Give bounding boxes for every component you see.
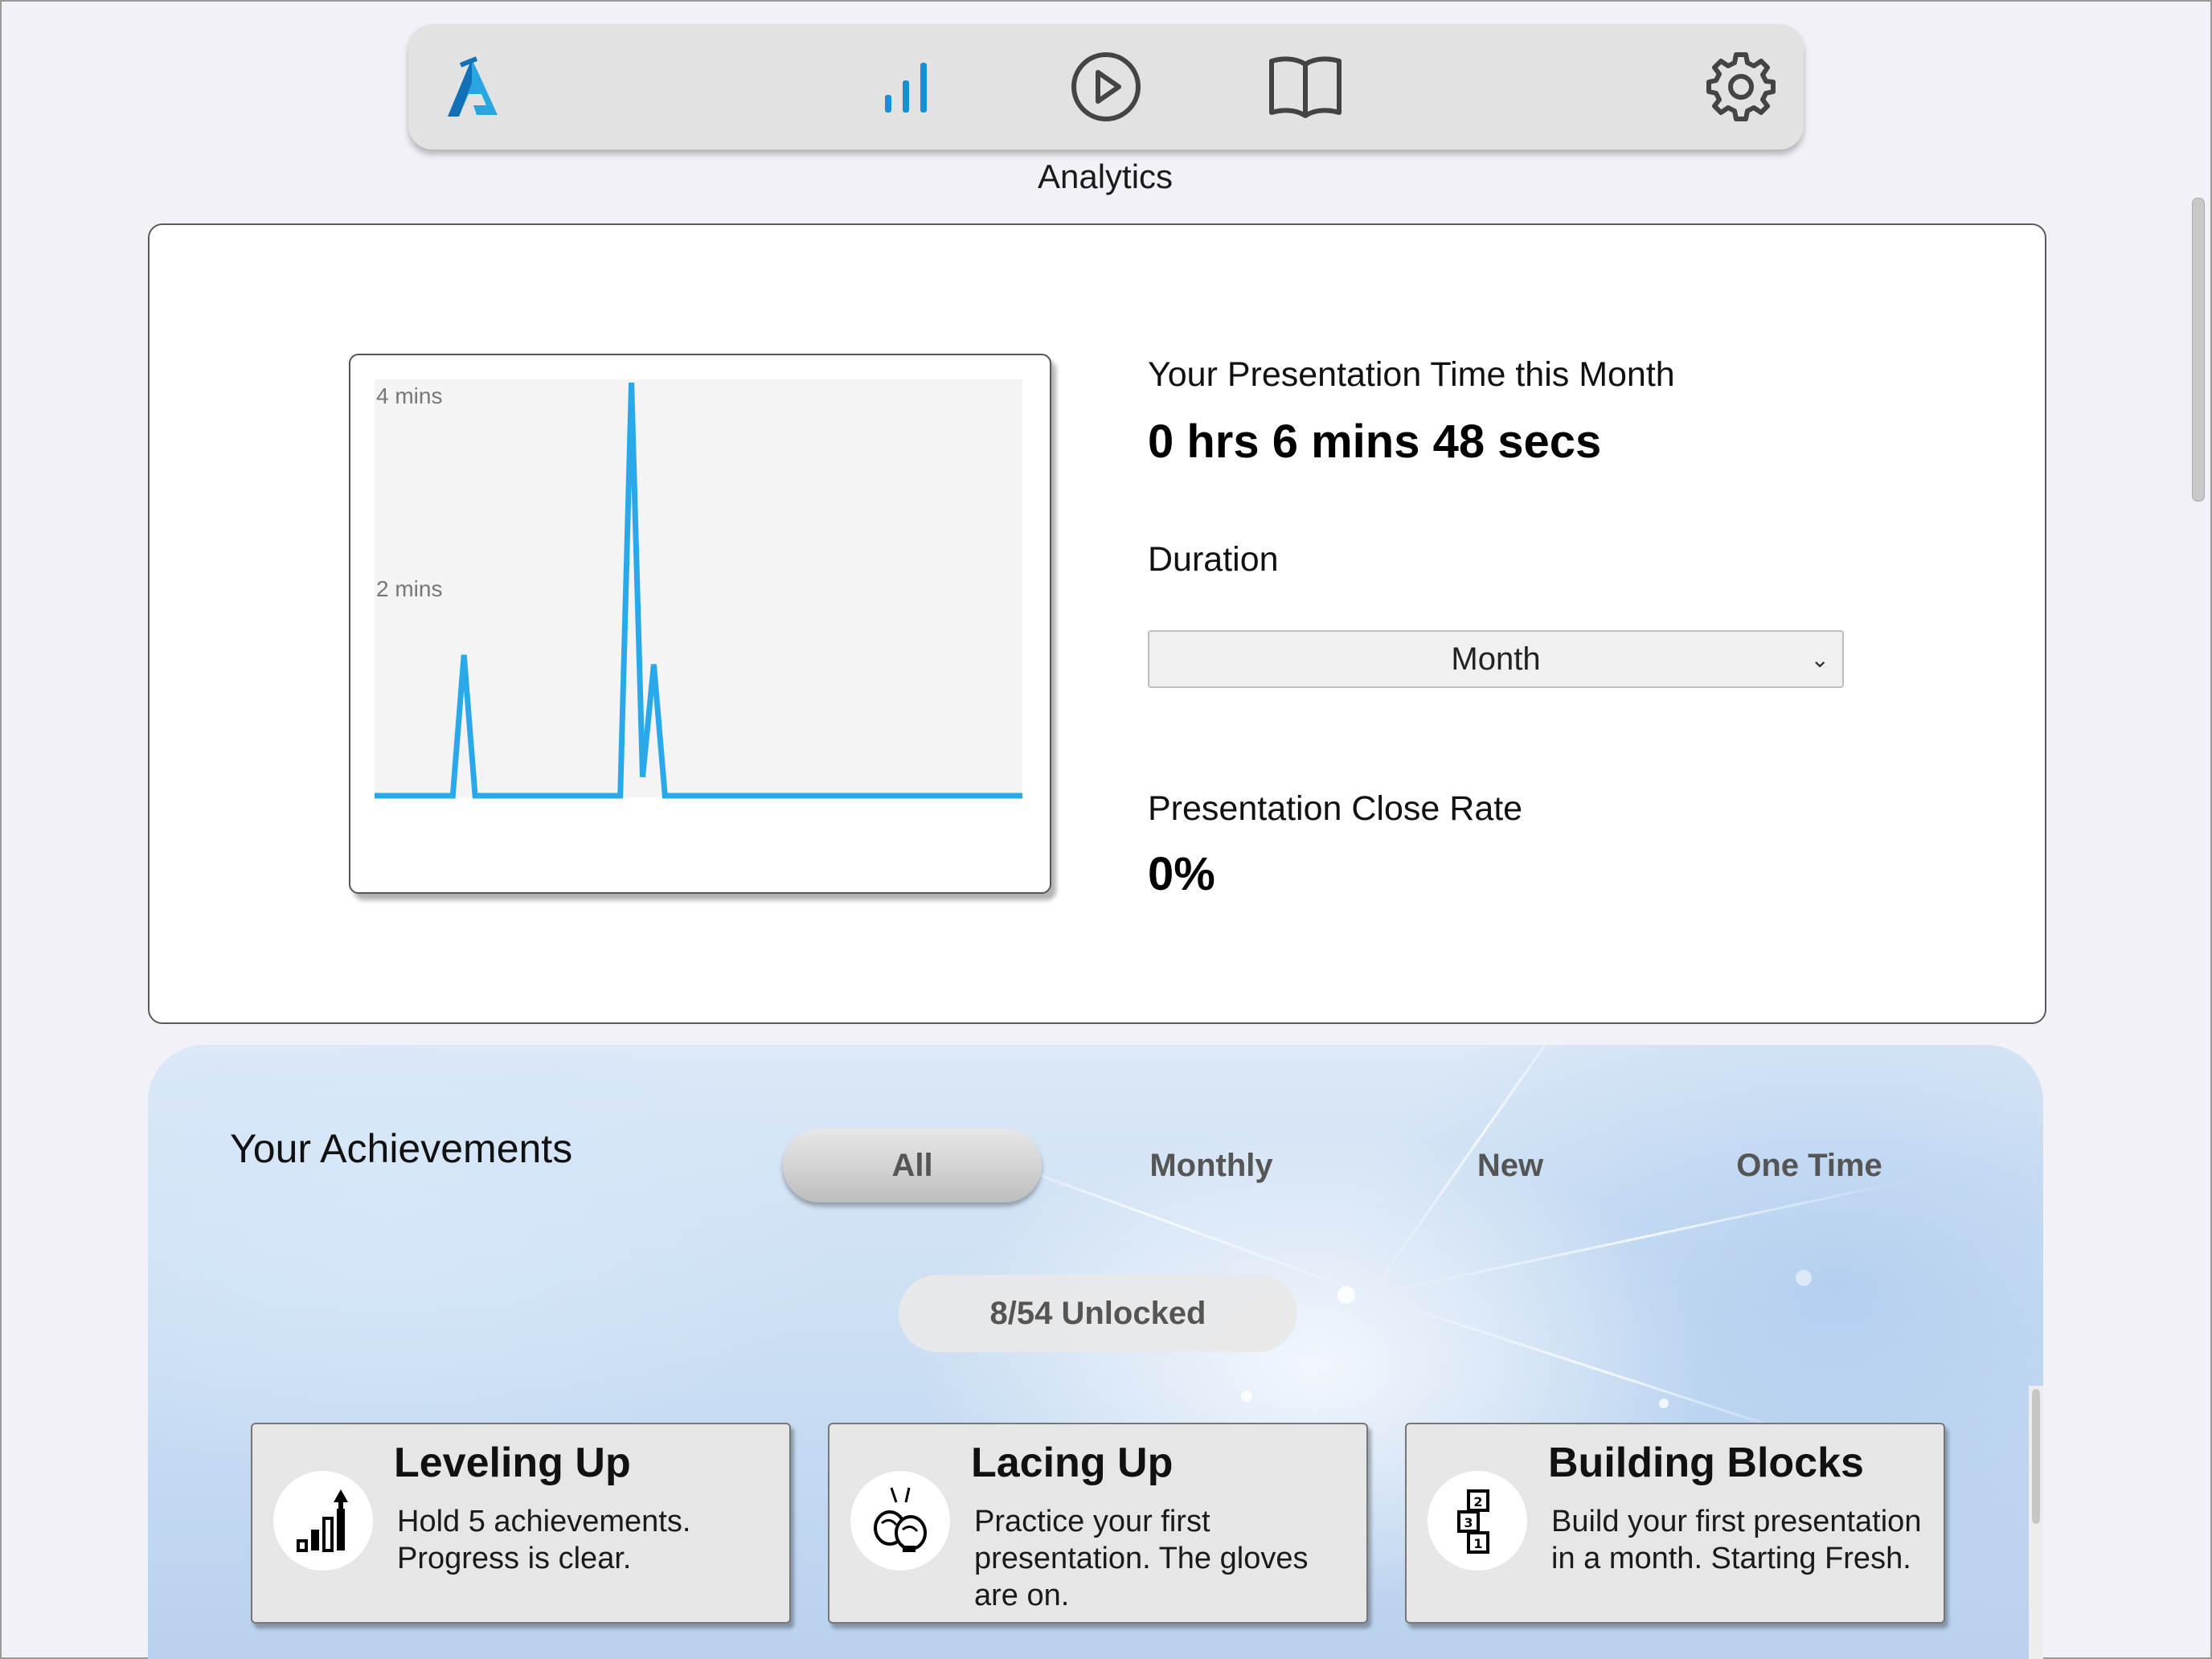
filter-monthly[interactable]: Monthly <box>1082 1129 1341 1202</box>
duration-label: Duration <box>1148 540 1279 579</box>
achievement-name: Leveling Up <box>394 1440 631 1486</box>
growth-bars-icon <box>273 1471 373 1571</box>
achievements-scrollbar-thumb[interactable] <box>2032 1389 2040 1524</box>
y-tick-label: 2 mins <box>376 576 442 601</box>
number-blocks-icon: 2 3 1 <box>1428 1471 1527 1571</box>
chevron-down-icon: ⌄ <box>1810 647 1829 672</box>
svg-text:2: 2 <box>1473 1494 1482 1509</box>
brand-logo-icon[interactable] <box>432 47 513 127</box>
presentation-time-value: 0 hrs 6 mins 48 secs <box>1148 416 1602 468</box>
analytics-card: 4 mins 2 mins Your Presentation Time thi… <box>148 223 2046 1024</box>
achievements-title: Your Achievements <box>230 1126 573 1171</box>
achievement-description: Hold 5 achievements. Progress is clear. <box>397 1505 691 1575</box>
settings-nav-button[interactable] <box>1701 47 1781 127</box>
boxing-gloves-icon <box>850 1471 950 1571</box>
achievement-card[interactable]: Lacing Up Practice your first presentati… <box>828 1423 1368 1624</box>
y-tick-label: 4 mins <box>376 383 442 408</box>
page-scrollbar[interactable] <box>2189 198 2209 1656</box>
background-sparkle <box>1659 1399 1669 1408</box>
svg-text:1: 1 <box>1473 1536 1482 1551</box>
achievement-description: Practice your first presentation. The gl… <box>974 1505 1309 1612</box>
presentation-time-chart: 4 mins 2 mins <box>349 354 1051 894</box>
presentation-time-label: Your Presentation Time this Month <box>1148 355 1675 394</box>
filter-all[interactable]: All <box>783 1129 1042 1202</box>
duration-selected-value: Month <box>1451 641 1541 677</box>
close-rate-value: 0% <box>1148 848 1215 900</box>
achievement-card[interactable]: 2 3 1 Building Blocks Build your first p… <box>1405 1423 1945 1624</box>
play-circle-icon <box>1071 52 1141 121</box>
bar-chart-icon <box>885 63 927 113</box>
chart-svg: 4 mins 2 mins <box>375 379 1022 799</box>
top-navigation-bar <box>408 24 1804 150</box>
achievements-scrollbar[interactable] <box>2029 1386 2043 1659</box>
page-scrollbar-thumb[interactable] <box>2192 198 2205 502</box>
background-sparkle <box>1241 1391 1252 1402</box>
active-page-label: Analytics <box>1037 158 1174 195</box>
achievement-description: Build your first presentation in a month… <box>1551 1505 1922 1575</box>
unlocked-count-badge: 8/54 Unlocked <box>899 1275 1297 1352</box>
gear-icon <box>1706 52 1776 121</box>
achievements-panel: Your Achievements All Monthly New One Ti… <box>148 1045 2043 1659</box>
library-nav-button[interactable] <box>1265 47 1346 127</box>
achievement-name: Building Blocks <box>1548 1440 1864 1486</box>
close-rate-label: Presentation Close Rate <box>1148 789 1523 828</box>
background-sparkle <box>1796 1270 1812 1286</box>
analytics-nav-button[interactable] <box>866 47 947 127</box>
achievement-name: Lacing Up <box>971 1440 1174 1486</box>
practice-nav-button[interactable] <box>1066 47 1146 127</box>
filter-new[interactable]: New <box>1381 1129 1640 1202</box>
duration-select[interactable]: Month ⌄ <box>1148 630 1844 688</box>
svg-text:3: 3 <box>1464 1515 1473 1530</box>
achievement-card[interactable]: Leveling Up Hold 5 achievements. Progres… <box>251 1423 791 1624</box>
book-icon <box>1269 56 1342 118</box>
filter-one-time[interactable]: One Time <box>1680 1129 1939 1202</box>
